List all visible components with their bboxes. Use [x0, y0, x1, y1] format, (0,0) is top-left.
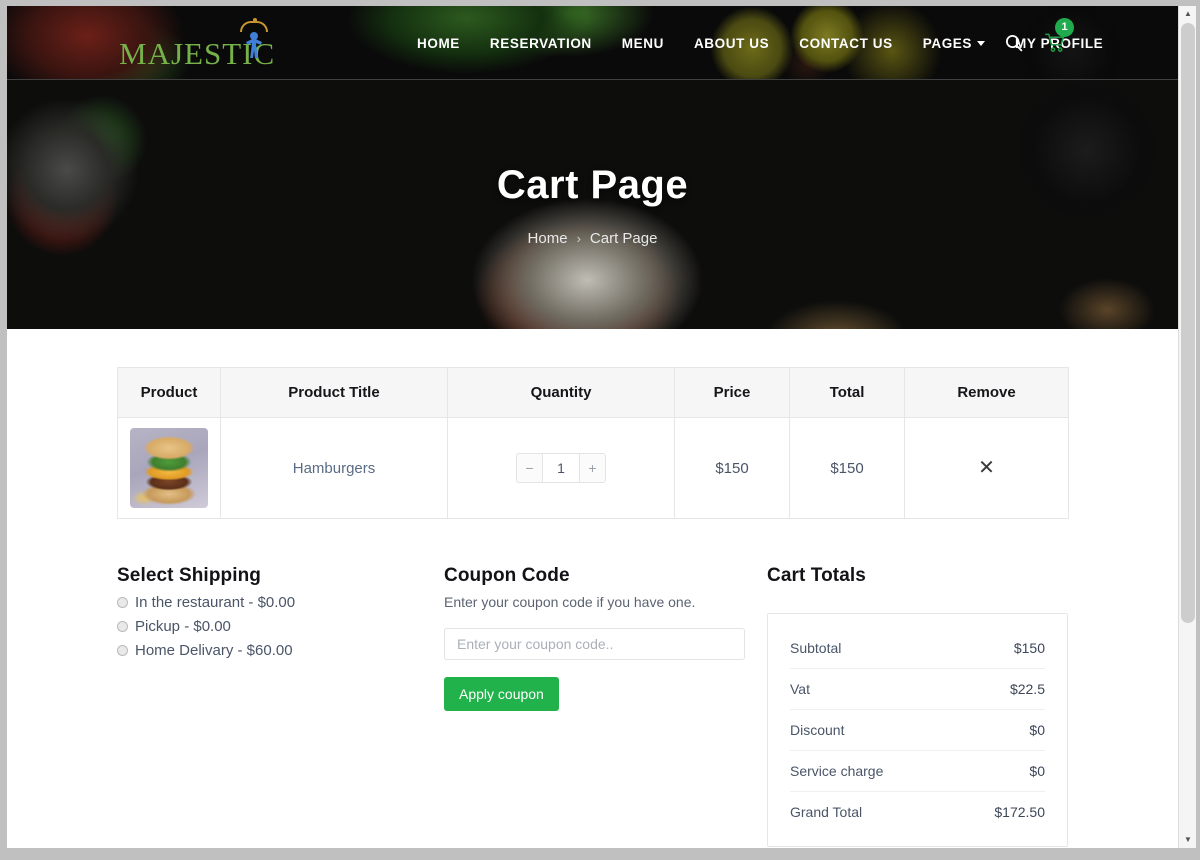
cart-table-body: Hamburgers − + $150 $150 — [117, 417, 1069, 519]
shipping-option-home-delivery[interactable]: Home Delivary - $60.00 — [117, 642, 444, 659]
cell-price: $150 — [674, 417, 790, 519]
quantity-decrement-button[interactable]: − — [517, 454, 543, 482]
nav-item-menu[interactable]: MENU — [607, 36, 679, 51]
total-row-vat: Vat $22.5 — [790, 669, 1045, 710]
nav-item-label: HOME — [417, 35, 460, 51]
person-head-icon — [250, 32, 258, 40]
column-header-total: Total — [789, 367, 905, 418]
site-header: MAJESTIC HOME RESERVATION MENU ABOUT US … — [7, 6, 1178, 80]
breadcrumb-home[interactable]: Home — [528, 230, 568, 247]
cart-count-badge: 1 — [1055, 18, 1074, 37]
waiter-tray-logo-icon — [237, 14, 271, 58]
quantity-stepper: − + — [516, 453, 606, 483]
hamburger-thumbnail[interactable] — [130, 428, 208, 508]
column-header-remove: Remove — [904, 367, 1069, 418]
total-row-service-charge: Service charge $0 — [790, 751, 1045, 792]
breadcrumb: Home › Cart Page — [528, 230, 658, 247]
header-tools: 1 — [1005, 6, 1074, 79]
shipping-option-label: In the restaurant - $0.00 — [135, 594, 296, 611]
total-label: Subtotal — [790, 640, 842, 656]
shipping-title: Select Shipping — [117, 565, 262, 586]
cart-table-head: Product Product Title Quantity Price Tot… — [117, 367, 1069, 418]
cell-product-title: Hamburgers — [220, 417, 448, 519]
total-label: Grand Total — [790, 804, 863, 820]
total-value: $22.5 — [1009, 681, 1045, 697]
cart-totals-title: Cart Totals — [767, 565, 866, 586]
coupon-subtitle: Enter your coupon code if you have one. — [444, 594, 696, 610]
main-content: Product Product Title Quantity Price Tot… — [7, 329, 1178, 848]
breadcrumb-current: Cart Page — [589, 229, 658, 247]
page-scrollbar[interactable]: ▲ ▼ — [1178, 6, 1196, 848]
shipping-section: Select Shipping In the restaurant - $0.0… — [117, 565, 444, 848]
close-icon[interactable]: ✕ — [978, 458, 995, 478]
cart-table: Product Product Title Quantity Price Tot… — [117, 367, 1069, 519]
total-label: Vat — [790, 681, 810, 697]
product-title-link[interactable]: Hamburgers — [293, 460, 376, 477]
nav-item-pages[interactable]: PAGES — [908, 36, 1000, 51]
total-row-discount: Discount $0 — [790, 710, 1045, 751]
column-header-product: Product — [117, 367, 221, 418]
cart-totals-card: Subtotal $150 Vat $22.5 Discount $0 Serv… — [767, 613, 1068, 847]
browser-frame: MAJESTIC HOME RESERVATION MENU ABOUT US … — [0, 0, 1200, 860]
nav-item-reservation[interactable]: RESERVATION — [475, 36, 607, 51]
page-viewport: MAJESTIC HOME RESERVATION MENU ABOUT US … — [7, 6, 1178, 848]
shipping-option-label: Pickup - $0.00 — [135, 618, 231, 635]
search-icon[interactable] — [1005, 34, 1023, 52]
cart-table-header-row: Product Product Title Quantity Price Tot… — [117, 367, 1069, 418]
scroll-up-arrow-icon[interactable]: ▲ — [1179, 6, 1197, 22]
radio-icon[interactable] — [117, 645, 128, 656]
hero-banner: Cart Page Home › Cart Page — [7, 80, 1178, 329]
page-title: Cart Page — [496, 162, 689, 207]
shipping-option-label: Home Delivary - $60.00 — [135, 642, 293, 659]
column-header-product-title: Product Title — [220, 367, 448, 418]
table-row: Hamburgers − + $150 $150 — [117, 417, 1069, 519]
nav-item-label: PAGES — [922, 35, 973, 51]
total-value: $0 — [1029, 722, 1045, 738]
shopping-cart-icon[interactable]: 1 — [1045, 18, 1074, 53]
nav-item-contact-us[interactable]: CONTACT US — [784, 36, 908, 51]
shipping-option-in-the-restaurant[interactable]: In the restaurant - $0.00 — [117, 594, 444, 611]
radio-icon[interactable] — [117, 597, 128, 608]
nav-item-about-us[interactable]: ABOUT US — [679, 36, 784, 51]
quantity-increment-button[interactable]: + — [579, 454, 605, 482]
total-value: $0 — [1029, 763, 1045, 779]
column-header-price: Price — [674, 367, 790, 418]
apply-coupon-button[interactable]: Apply coupon — [444, 677, 559, 711]
cell-remove: ✕ — [904, 417, 1069, 519]
coupon-code-input[interactable] — [444, 628, 745, 660]
person-body-icon — [246, 39, 262, 58]
coupon-title: Coupon Code — [444, 565, 570, 586]
shipping-option-pickup[interactable]: Pickup - $0.00 — [117, 618, 444, 635]
nav-item-label: MENU — [621, 35, 664, 51]
scroll-down-arrow-icon[interactable]: ▼ — [1179, 832, 1197, 848]
site-logo[interactable]: MAJESTIC — [119, 12, 279, 74]
total-label: Discount — [790, 722, 845, 738]
total-value: $150 — [1013, 640, 1045, 656]
cart-totals-section: Cart Totals Subtotal $150 Vat $22.5 Disc… — [767, 565, 1068, 848]
cart-lower-section: Select Shipping In the restaurant - $0.0… — [117, 565, 1068, 848]
quantity-input[interactable] — [543, 454, 579, 482]
scrollbar-thumb[interactable] — [1181, 23, 1195, 623]
total-value: $172.50 — [994, 804, 1045, 820]
tray-icon — [240, 18, 268, 32]
cell-quantity: − + — [447, 417, 675, 519]
nav-item-label: ABOUT US — [693, 35, 770, 51]
cell-total: $150 — [789, 417, 905, 519]
nav-item-home[interactable]: HOME — [402, 36, 475, 51]
chevron-down-icon — [977, 40, 986, 46]
breadcrumb-separator-icon: › — [576, 230, 581, 246]
cell-product-image — [117, 417, 221, 519]
radio-icon[interactable] — [117, 621, 128, 632]
nav-item-label: RESERVATION — [489, 35, 592, 51]
coupon-section: Coupon Code Enter your coupon code if yo… — [444, 565, 767, 848]
total-row-subtotal: Subtotal $150 — [790, 628, 1045, 669]
total-row-grand-total: Grand Total $172.50 — [790, 792, 1045, 832]
column-header-quantity: Quantity — [447, 367, 675, 418]
total-label: Service charge — [790, 763, 884, 779]
nav-item-label: CONTACT US — [799, 35, 893, 51]
